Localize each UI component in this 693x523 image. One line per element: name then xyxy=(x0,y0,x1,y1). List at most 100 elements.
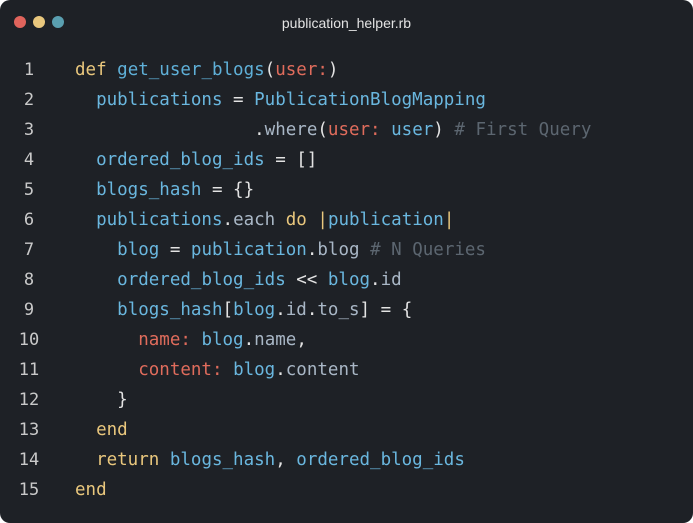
code-line: 10 name: blog.name, xyxy=(0,325,693,355)
code-text: content: blog.content xyxy=(75,355,359,385)
code-text: name: blog.name, xyxy=(75,325,307,355)
code-text: ordered_blog_ids = [] xyxy=(75,145,317,175)
code-token: blog xyxy=(233,360,276,380)
code-token: blog xyxy=(317,240,360,260)
code-text: publications = PublicationBlogMapping xyxy=(75,85,486,115)
code-token: ( xyxy=(317,120,328,140)
code-token: publications xyxy=(96,210,223,230)
code-token: id xyxy=(380,270,402,290)
line-number: 5 xyxy=(23,180,35,200)
code-window: publication_helper.rb 1 def get_user_blog… xyxy=(0,0,693,523)
code-token: do xyxy=(285,210,307,230)
code-line: 6 publications.each do |publication| xyxy=(0,205,693,235)
line-number: 2 xyxy=(23,90,35,110)
code-text: .where(user: user) # First Query xyxy=(75,115,591,145)
code-text: def get_user_blogs(user:) xyxy=(75,55,338,85)
code-line: 11 content: blog.content xyxy=(0,355,693,385)
code-token: . xyxy=(243,330,255,350)
code-text: blogs_hash[blog.id.to_s] = { xyxy=(75,295,412,325)
code-text: publications.each do |publication| xyxy=(75,205,454,235)
line-number: 9 xyxy=(23,300,35,320)
code-token: publication xyxy=(190,240,307,260)
code-line: 4 ordered_blog_ids = [] xyxy=(0,145,693,175)
code-text: return blogs_hash, ordered_blog_ids xyxy=(75,445,465,475)
code-token: def xyxy=(75,60,107,80)
code-line: 5 blogs_hash = {} xyxy=(0,175,693,205)
code-token: << xyxy=(285,270,328,290)
code-text: end xyxy=(75,415,128,445)
line-number: 12 xyxy=(18,390,40,410)
code-token: name: xyxy=(138,330,191,350)
code-line: 2 publications = PublicationBlogMapping xyxy=(0,85,693,115)
code-token: end xyxy=(96,420,128,440)
code-token: | xyxy=(317,210,328,230)
code-editor[interactable]: 1 def get_user_blogs(user:) 2 publications… xyxy=(0,55,693,505)
code-token: publication xyxy=(327,210,444,230)
code-text: end xyxy=(75,475,107,505)
code-token: , xyxy=(296,330,307,350)
code-token: blogs_hash xyxy=(117,300,223,320)
code-token: end xyxy=(75,480,107,500)
code-token: user xyxy=(391,120,434,140)
code-token: publications xyxy=(96,90,223,110)
code-token: | xyxy=(443,210,455,230)
code-token: PublicationBlogMapping xyxy=(254,90,486,110)
line-number: 4 xyxy=(23,150,35,170)
line-number: 14 xyxy=(18,450,40,470)
line-number: 3 xyxy=(23,120,35,140)
code-token: blog xyxy=(233,300,276,320)
code-line: 3 .where(user: user) # First Query xyxy=(0,115,693,145)
line-number: 1 xyxy=(23,60,35,80)
code-token: ordered_blog_ids xyxy=(96,150,265,170)
code-line: 8 ordered_blog_ids << blog.id xyxy=(0,265,693,295)
code-text: } xyxy=(75,385,128,415)
code-token: [ xyxy=(222,300,234,320)
code-line: 1 def get_user_blogs(user:) xyxy=(0,55,693,85)
code-token: ) xyxy=(433,120,444,140)
code-token: . xyxy=(306,240,318,260)
code-line: 7 blog = publication.blog # N Queries xyxy=(0,235,693,265)
code-token: return xyxy=(96,450,160,470)
code-token: ] = { xyxy=(359,300,413,320)
line-number: 11 xyxy=(18,360,40,380)
code-token: = xyxy=(159,240,191,260)
code-line: 15 end xyxy=(0,475,693,505)
code-token: blog xyxy=(201,330,244,350)
code-token: blogs_hash xyxy=(96,180,202,200)
code-token: ) xyxy=(327,60,339,80)
code-token: . xyxy=(254,120,265,140)
line-number: 8 xyxy=(23,270,35,290)
code-token: each xyxy=(233,210,276,230)
code-line: 12 } xyxy=(0,385,693,415)
window-title: publication_helper.rb xyxy=(281,15,412,31)
code-token: . xyxy=(222,210,234,230)
code-token: = {} xyxy=(201,180,255,200)
code-token: } xyxy=(117,390,128,410)
line-number: 15 xyxy=(18,480,40,500)
code-text: ordered_blog_ids << blog.id xyxy=(75,265,402,295)
code-token: = xyxy=(222,90,255,110)
code-token: # First Query xyxy=(454,120,592,140)
code-token: , xyxy=(275,450,297,470)
code-token: get_user_blogs xyxy=(117,60,265,80)
code-token: # N Queries xyxy=(370,240,486,260)
code-token: . xyxy=(275,360,286,380)
